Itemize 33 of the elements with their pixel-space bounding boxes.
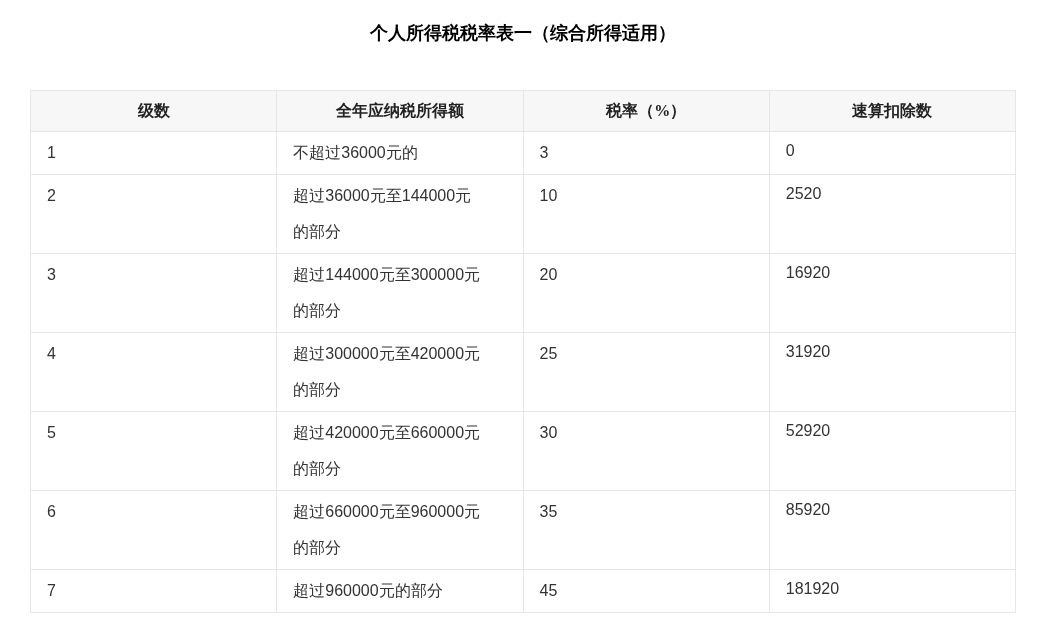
table-cell: 2	[30, 174, 277, 254]
table-cell: 4	[30, 332, 277, 412]
table-cell: 3	[523, 131, 770, 175]
table-cell: 35	[523, 490, 770, 570]
table-cell: 45	[523, 569, 770, 613]
table-cell: 超过660000元至960000元的部分	[276, 490, 523, 570]
table-cell: 25	[523, 332, 770, 412]
table-cell: 2520	[769, 174, 1016, 254]
table-cell: 16920	[769, 253, 1016, 333]
table-cell: 超过420000元至660000元的部分	[276, 411, 523, 491]
column-header: 级数	[30, 90, 277, 132]
table-title: 个人所得税税率表一（综合所得适用）	[368, 22, 677, 45]
column-header: 全年应纳税所得额	[276, 90, 523, 132]
table-cell: 7	[30, 569, 277, 613]
table-cell: 181920	[769, 569, 1016, 613]
table-cell: 1	[30, 131, 277, 175]
table-cell: 超过36000元至144000元的部分	[276, 174, 523, 254]
table-cell: 20	[523, 253, 770, 333]
table-cell: 6	[30, 490, 277, 570]
table-cell: 30	[523, 411, 770, 491]
table-cell: 31920	[769, 332, 1016, 412]
table-cell: 85920	[769, 490, 1016, 570]
table-cell: 10	[523, 174, 770, 254]
table-cell: 超过144000元至300000元的部分	[276, 253, 523, 333]
column-header: 速算扣除数	[769, 90, 1016, 132]
column-header: 税率（%）	[523, 90, 770, 132]
table-cell: 3	[30, 253, 277, 333]
table-cell: 0	[769, 131, 1016, 175]
table-cell: 5	[30, 411, 277, 491]
table-cell: 超过300000元至420000元的部分	[276, 332, 523, 412]
table-cell: 不超过36000元的	[276, 131, 523, 175]
table-cell: 52920	[769, 411, 1016, 491]
table-cell: 超过960000元的部分	[276, 569, 523, 613]
